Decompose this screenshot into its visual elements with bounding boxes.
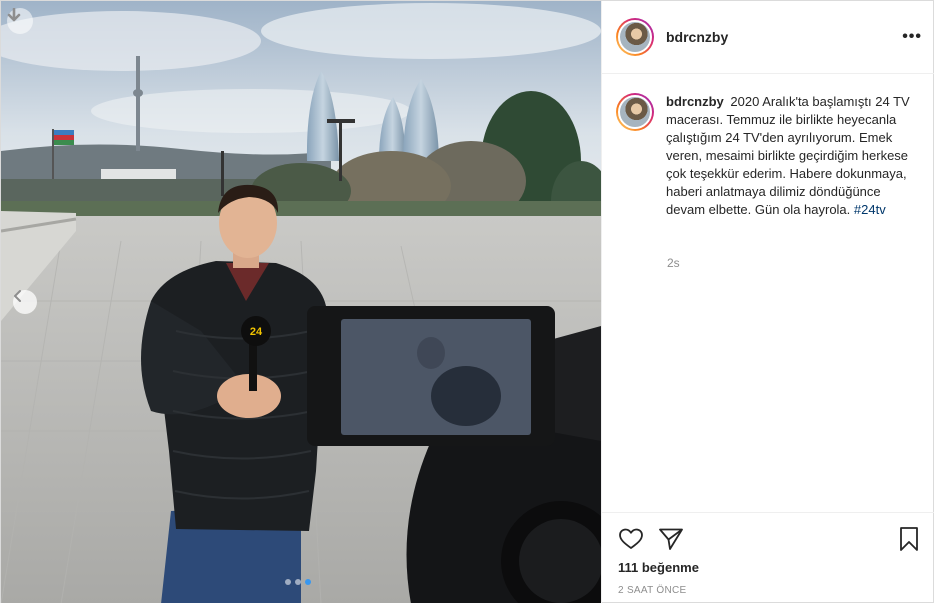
caption-username-link[interactable]: bdrcnzby bbox=[666, 94, 724, 109]
post-actions: 111 beğenme 2 SAAT ÖNCE bbox=[602, 512, 934, 603]
download-arrow-icon bbox=[7, 8, 21, 22]
previous-slide-button[interactable] bbox=[13, 290, 37, 314]
comment-timestamp[interactable]: 2s bbox=[667, 256, 680, 270]
avatar[interactable] bbox=[616, 93, 654, 131]
post-timestamp[interactable]: 2 SAAT ÖNCE bbox=[618, 585, 687, 596]
carousel-dot-active bbox=[305, 579, 311, 585]
post-photo[interactable]: 24 bbox=[1, 1, 601, 603]
mic-flag-logo: 24 bbox=[250, 326, 263, 338]
download-button[interactable] bbox=[7, 8, 33, 34]
like-button[interactable] bbox=[618, 526, 644, 552]
hashtag-link[interactable]: #24tv bbox=[854, 202, 886, 217]
ellipsis-icon[interactable]: ••• bbox=[902, 28, 922, 46]
post-side-panel: bdrcnzby ••• bdrcnzby 2020 Aralık'ta baş… bbox=[601, 1, 934, 603]
caption-text: bdrcnzby 2020 Aralık'ta başlamıştı 24 TV… bbox=[666, 93, 916, 219]
reporter-photo: 24 bbox=[1, 1, 601, 603]
carousel-dot bbox=[295, 579, 301, 585]
avatar[interactable] bbox=[616, 18, 654, 56]
paper-plane-icon bbox=[659, 528, 683, 550]
username-link[interactable]: bdrcnzby bbox=[666, 29, 728, 45]
likes-count[interactable]: 111 beğenme bbox=[618, 560, 699, 575]
chevron-left-icon bbox=[14, 290, 21, 302]
carousel-indicators bbox=[285, 579, 311, 585]
bookmark-icon bbox=[900, 527, 918, 551]
share-button[interactable] bbox=[658, 526, 684, 552]
carousel-dot bbox=[285, 579, 291, 585]
caption-body: 2020 Aralık'ta başlamıştı 24 TV macerası… bbox=[666, 94, 910, 217]
caption-comment: bdrcnzby 2020 Aralık'ta başlamıştı 24 TV… bbox=[616, 93, 926, 219]
save-button[interactable] bbox=[896, 526, 922, 552]
heart-icon bbox=[619, 528, 643, 549]
post-header: bdrcnzby ••• bbox=[602, 1, 934, 74]
instagram-post: 24 bdrcnzby ••• bdrcnzby 2020 Aralık'ta … bbox=[0, 0, 934, 603]
